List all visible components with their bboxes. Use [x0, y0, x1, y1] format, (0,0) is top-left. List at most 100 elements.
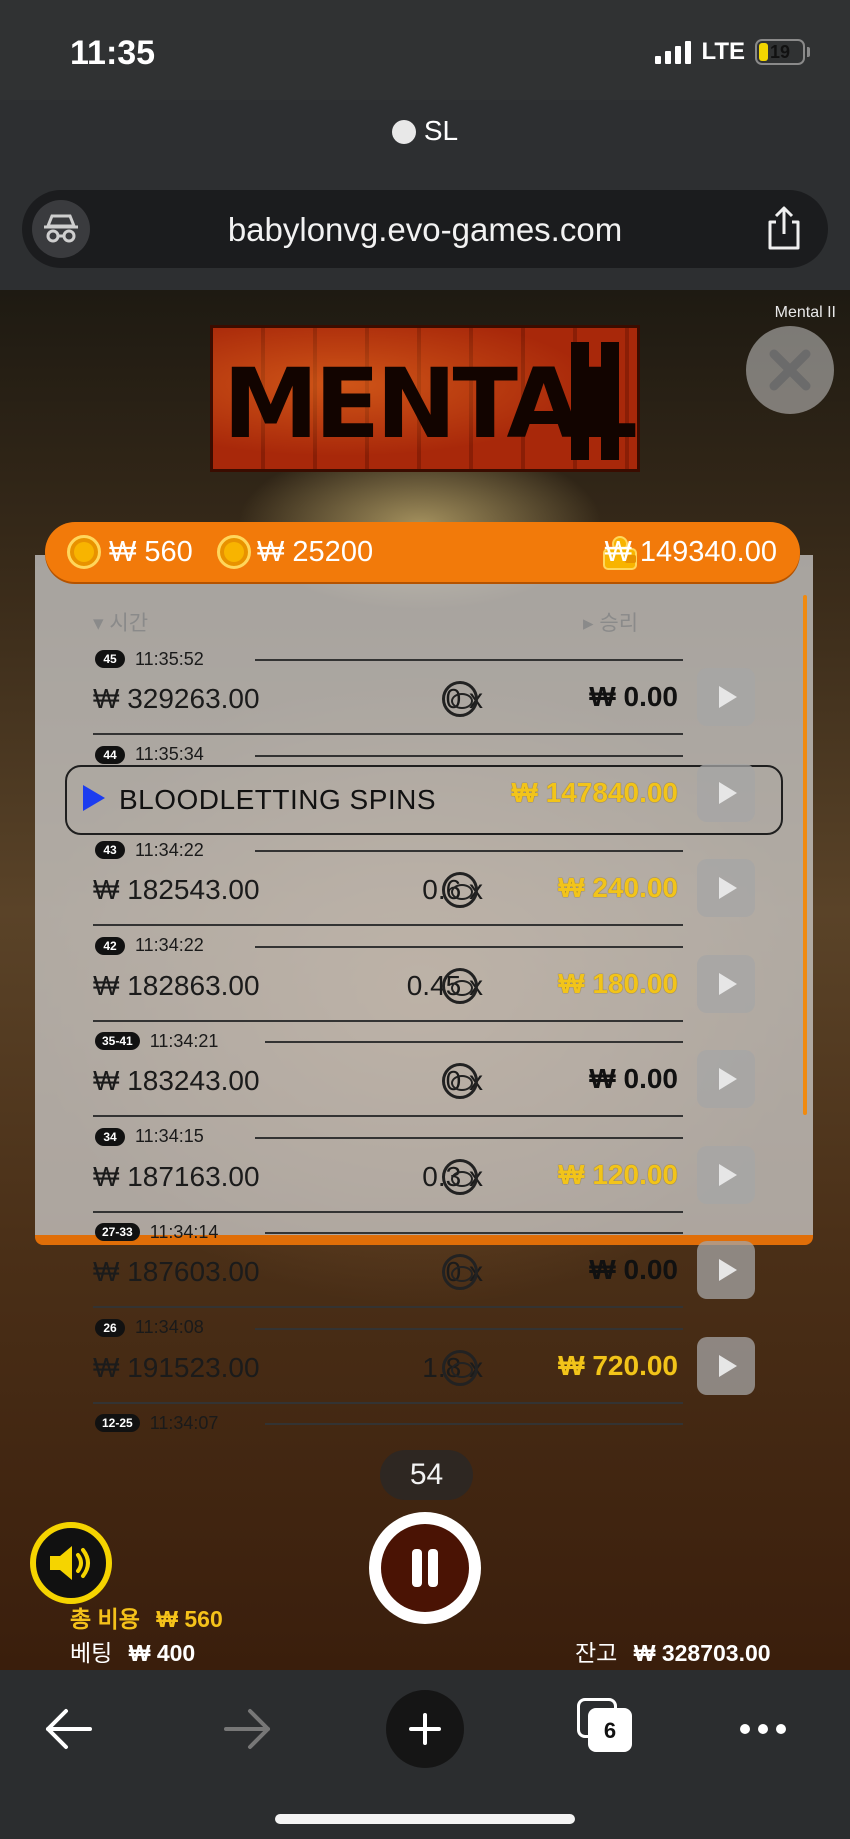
replay-button[interactable]: [697, 1145, 755, 1204]
site-dot-icon: [391, 120, 416, 144]
row-divider: [93, 1306, 683, 1308]
new-tab-plus-icon[interactable]: [386, 1690, 464, 1768]
row-meta: 44 11:35:34: [95, 744, 204, 765]
row-divider: [265, 1232, 683, 1234]
row-bet: ₩ 182543.00: [93, 874, 260, 905]
history-row: 42 11:34:22 ₩ 182863.00 0.45 x ₩ 180.00: [35, 935, 813, 1031]
network-label: LTE: [701, 38, 745, 65]
row-win: ₩ 147840.00: [511, 776, 678, 808]
col-header-win[interactable]: ▸ 승리: [583, 607, 638, 637]
sound-button[interactable]: [30, 1522, 112, 1604]
history-row: 43 11:34:22 ₩ 182543.00 0.6 x ₩ 240.00: [35, 840, 813, 935]
tabs-count: 6: [588, 1708, 632, 1752]
close-button[interactable]: [746, 326, 834, 414]
row-win: ₩ 180.00: [558, 967, 678, 999]
bet-label: 베팅: [70, 1640, 113, 1666]
round-badge: 35-41: [95, 1032, 140, 1050]
row-meta: 45 11:35:52: [95, 649, 204, 669]
row-win: ₩ 720.00: [558, 1349, 678, 1381]
pause-button[interactable]: [369, 1512, 481, 1624]
replay-button[interactable]: [697, 1241, 755, 1299]
row-time: 11:34:21: [149, 1030, 219, 1051]
total-cost-label: 총 비용: [70, 1606, 140, 1632]
round-badge: 26: [95, 1318, 125, 1337]
row-meta: 26 11:34:08: [95, 1317, 204, 1338]
round-badge: 34: [95, 1127, 125, 1146]
row-time: 11:34:22: [135, 935, 204, 955]
feature-row: 44 11:35:34 BLOODLETTING SPINS ₩ 147840.00: [35, 744, 813, 840]
round-badge: 27-33: [95, 1223, 140, 1241]
col-header-time[interactable]: ▾ 시간: [93, 607, 148, 637]
round-badge: 12-25: [95, 1414, 140, 1432]
history-row: 35-41 11:34:21 ₩ 183243.00 0 x ₩ 0.00: [35, 1031, 813, 1126]
replay-button[interactable]: [697, 668, 755, 726]
total-cost-value: ₩ 560: [156, 1606, 223, 1632]
battery-level: 19: [769, 42, 791, 62]
game-name-label: Mental II: [774, 304, 836, 321]
replay-button[interactable]: [697, 763, 755, 822]
coin-icon: [442, 967, 478, 1004]
row-time: 11:34:15: [135, 1126, 204, 1146]
row-divider: [93, 1115, 683, 1117]
replay-button[interactable]: [697, 1336, 755, 1395]
game-area[interactable]: Mental II MENTAL ▾ 시간 ▸ 승리 45 11:35:52 ₩ 3…: [0, 290, 850, 1670]
row-win: ₩ 240.00: [558, 872, 678, 903]
replay-button[interactable]: [697, 1050, 755, 1108]
speaker-icon: [50, 1546, 90, 1580]
total-cost: 총 비용 ₩ 560: [70, 1600, 223, 1634]
wallet-bar: ₩ 560 ₩ 25200 ₩ 149340.00: [45, 522, 800, 582]
history-row: 34 11:34:15 ₩ 187163.00 0.3 x ₩ 120.00: [35, 1126, 813, 1222]
row-divider: [93, 1401, 683, 1404]
row-divider: [255, 754, 683, 757]
row-meta: 12-25 11:34:07: [95, 1413, 218, 1433]
status-time: 11:35: [70, 34, 156, 72]
sort-right-icon: ▸: [583, 612, 600, 635]
back-arrow-icon[interactable]: [42, 1702, 96, 1761]
history-panel[interactable]: ▾ 시간 ▸ 승리 45 11:35:52 ₩ 329263.00 0 x ₩ 0.00…: [35, 555, 813, 1433]
bet-info: 베팅 ₩ 400: [70, 1634, 195, 1668]
row-meta: 42 11:34:22: [95, 935, 204, 956]
forward-arrow-icon[interactable]: [220, 1702, 274, 1761]
coin-icon: [67, 535, 101, 569]
row-time: 11:34:14: [149, 1221, 219, 1242]
close-icon: [769, 349, 811, 391]
row-time: 11:34:08: [135, 1317, 204, 1337]
row-meta: 43 11:34:22: [95, 840, 204, 860]
round-badge: 42: [95, 936, 125, 955]
row-divider: [265, 1041, 683, 1043]
row-divider: [255, 659, 683, 661]
replay-button[interactable]: [697, 859, 755, 917]
share-icon[interactable]: [762, 204, 806, 252]
coin-icon: [442, 872, 478, 908]
row-meta: 27-33 11:34:14: [95, 1222, 218, 1242]
coin-icon: [217, 535, 251, 569]
row-bet: ₩ 191523.00: [93, 1351, 260, 1383]
col-time-label: 시간: [109, 612, 149, 635]
round-badge: 43: [95, 841, 125, 859]
row-divider: [255, 1136, 683, 1139]
address-bar[interactable]: babylonvg.evo-games.com: [22, 190, 828, 268]
row-divider: [255, 945, 683, 948]
row-divider: [93, 1210, 683, 1213]
url-text[interactable]: babylonvg.evo-games.com: [22, 211, 828, 249]
home-indicator[interactable]: [275, 1814, 575, 1824]
row-time: 11:35:34: [135, 744, 204, 764]
more-options-icon[interactable]: [740, 1724, 786, 1734]
balance-info: 잔고 ₩ 328703.00: [575, 1634, 771, 1668]
status-indicators: LTE 19: [655, 38, 810, 66]
round-counter: 54: [380, 1450, 473, 1500]
battery-icon: 19: [755, 39, 805, 65]
row-meta: 35-41 11:34:21: [95, 1031, 218, 1051]
row-bet: ₩ 183243.00: [93, 1065, 260, 1096]
col-win-label: 승리: [599, 612, 639, 635]
row-bet: ₩ 329263.00: [93, 683, 260, 714]
site-identity: SL: [0, 115, 850, 147]
sort-down-icon: ▾: [93, 612, 110, 635]
round-badge: 45: [95, 650, 125, 668]
feature-label: BLOODLETTING SPINS: [119, 783, 437, 815]
coin-icon: [442, 1063, 478, 1099]
row-divider: [93, 924, 683, 926]
battery-nub: [807, 47, 810, 57]
replay-button[interactable]: [697, 954, 755, 1013]
bet-value: ₩ 400: [128, 1640, 196, 1666]
